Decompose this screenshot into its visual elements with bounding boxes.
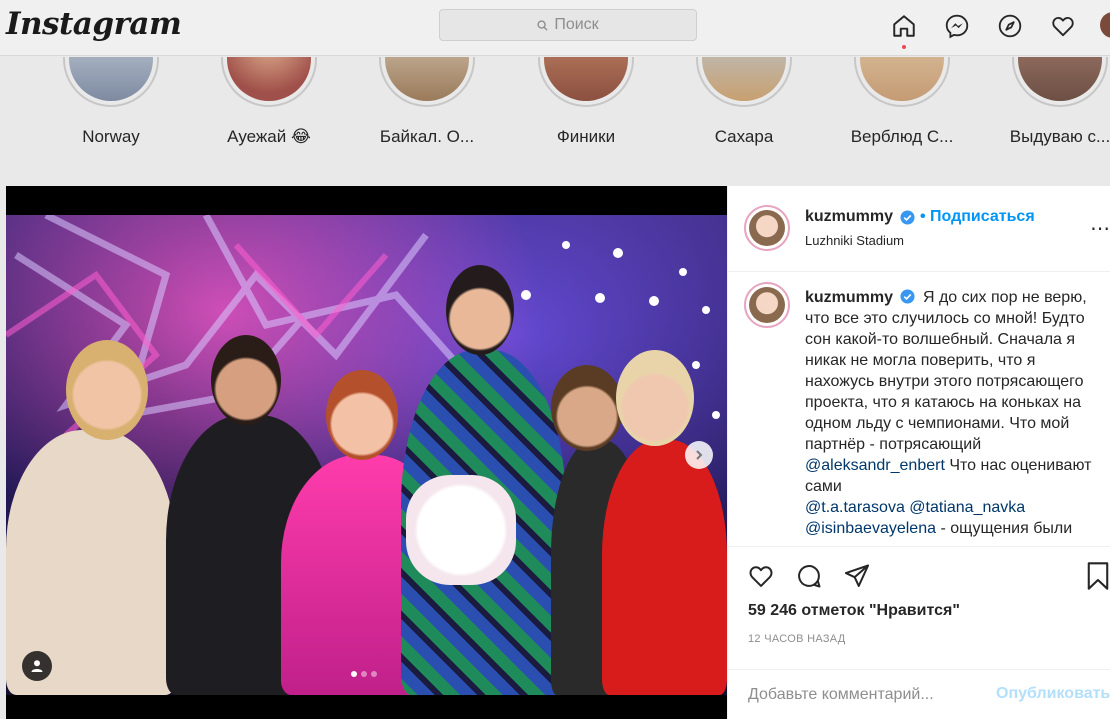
post-photo[interactable] [6, 186, 727, 719]
compass-icon [998, 14, 1022, 38]
mention-link[interactable]: @t.a.tarasova [805, 499, 905, 516]
story-label: Байкал. О... [379, 127, 475, 146]
carousel-next-button[interactable] [685, 441, 713, 469]
author-avatar[interactable] [744, 205, 790, 251]
post-caption: kuzmummy Я до сих пор не верю, что все э… [728, 273, 1110, 546]
caption-text: Я до сих пор не верю, что все это случил… [805, 289, 1087, 453]
post-timestamp[interactable]: 12 ЧАСОВ НАЗАД [748, 633, 846, 645]
search-icon [537, 19, 548, 31]
publish-button[interactable]: Опубликовать [996, 685, 1110, 703]
home-icon [893, 15, 915, 37]
story-thumbnail [544, 57, 628, 101]
send-icon [844, 564, 870, 587]
person-6-head [616, 350, 694, 446]
messenger-button[interactable] [941, 10, 973, 42]
follow-button[interactable]: • Подписаться [920, 208, 1035, 226]
tagged-users-button[interactable] [22, 651, 52, 681]
person-1-head [66, 340, 148, 440]
mention-link[interactable]: @tatiana_navka [909, 499, 1025, 516]
comment-button[interactable] [794, 561, 824, 591]
profile-avatar[interactable] [1100, 12, 1110, 38]
caption-author-avatar[interactable] [744, 282, 790, 328]
post-card: kuzmummy • Подписаться Luzhniki Stadium … [6, 186, 1110, 719]
story-label: Сахара [714, 127, 774, 146]
person-2-head [211, 335, 281, 425]
story-item[interactable]: Norway [36, 57, 186, 147]
story-label: Ауежай 😂 [227, 127, 311, 146]
home-notification-dot [902, 45, 906, 49]
save-button[interactable] [1084, 561, 1110, 596]
follow-label: Подписаться [930, 208, 1035, 225]
caption-text: - ощущения были [936, 520, 1073, 537]
story-item[interactable]: Байкал. О... [352, 57, 502, 147]
post-image [6, 215, 727, 695]
story-item[interactable]: Выдуваю с... [985, 57, 1110, 147]
story-thumbnail [69, 57, 153, 101]
person-3-head [326, 370, 398, 460]
messenger-icon [945, 14, 969, 39]
person-5-head [551, 365, 623, 451]
like-button[interactable] [746, 561, 776, 591]
explore-button[interactable] [994, 10, 1026, 42]
verified-badge-icon [900, 289, 916, 304]
heart-icon [1052, 16, 1074, 37]
story-thumbnail [702, 57, 786, 101]
story-label: Финики [556, 127, 616, 146]
comment-input[interactable] [748, 683, 978, 707]
instagram-logo[interactable]: Instagram [6, 6, 182, 42]
author-username[interactable]: kuzmummy [805, 208, 893, 226]
top-navigation: Instagram Поиск [0, 0, 1110, 56]
carousel-indicator [351, 671, 381, 677]
post-location[interactable]: Luzhniki Stadium [805, 233, 904, 248]
carousel-dot [361, 671, 367, 677]
caption-username[interactable]: kuzmummy [805, 289, 893, 306]
search-placeholder: Поиск [554, 16, 599, 33]
mention-link[interactable]: @aleksandr_enbert [805, 457, 945, 474]
person-6 [602, 440, 727, 695]
story-thumbnail [227, 57, 311, 101]
add-comment-form: Опубликовать [728, 669, 1110, 719]
story-item[interactable]: Сахара [669, 57, 819, 147]
activity-button[interactable] [1047, 10, 1079, 42]
search-box[interactable]: Поиск [439, 9, 697, 41]
chevron-right-icon [696, 450, 703, 460]
share-button[interactable] [842, 561, 872, 591]
story-label: Выдуваю с... [1009, 127, 1110, 146]
verified-badge-icon [900, 210, 915, 225]
stories-tray: Norway Ауежай 😂 Байкал. О... Финики Саха… [0, 57, 1110, 187]
mention-link[interactable]: @isinbaevayelena [805, 520, 936, 537]
heart-icon [749, 566, 773, 587]
post-sidebar: kuzmummy • Подписаться Luzhniki Stadium … [727, 186, 1110, 719]
story-thumbnail [860, 57, 944, 101]
story-label: Norway [82, 127, 140, 146]
post-header: kuzmummy • Подписаться Luzhniki Stadium … [728, 186, 1110, 272]
story-label: Верблюд С... [850, 127, 954, 146]
home-button[interactable] [888, 10, 920, 49]
post-actions: 59 246 отметок "Нравится" 12 ЧАСОВ НАЗАД… [728, 546, 1110, 719]
more-options-icon[interactable]: ⋯ [1090, 216, 1110, 241]
story-item[interactable]: Верблюд С... [827, 57, 977, 147]
story-item[interactable]: Финики [511, 57, 661, 147]
story-item[interactable]: Ауежай 😂 [194, 57, 344, 147]
bouquet [406, 475, 516, 585]
bookmark-icon [1087, 562, 1109, 590]
carousel-dot [351, 671, 357, 677]
likes-count[interactable]: 59 246 отметок "Нравится" [748, 602, 960, 620]
carousel-dot [371, 671, 377, 677]
story-thumbnail [1018, 57, 1102, 101]
story-thumbnail [385, 57, 469, 101]
comment-icon [798, 565, 821, 588]
person-4-head [446, 265, 514, 355]
user-icon [31, 660, 43, 672]
